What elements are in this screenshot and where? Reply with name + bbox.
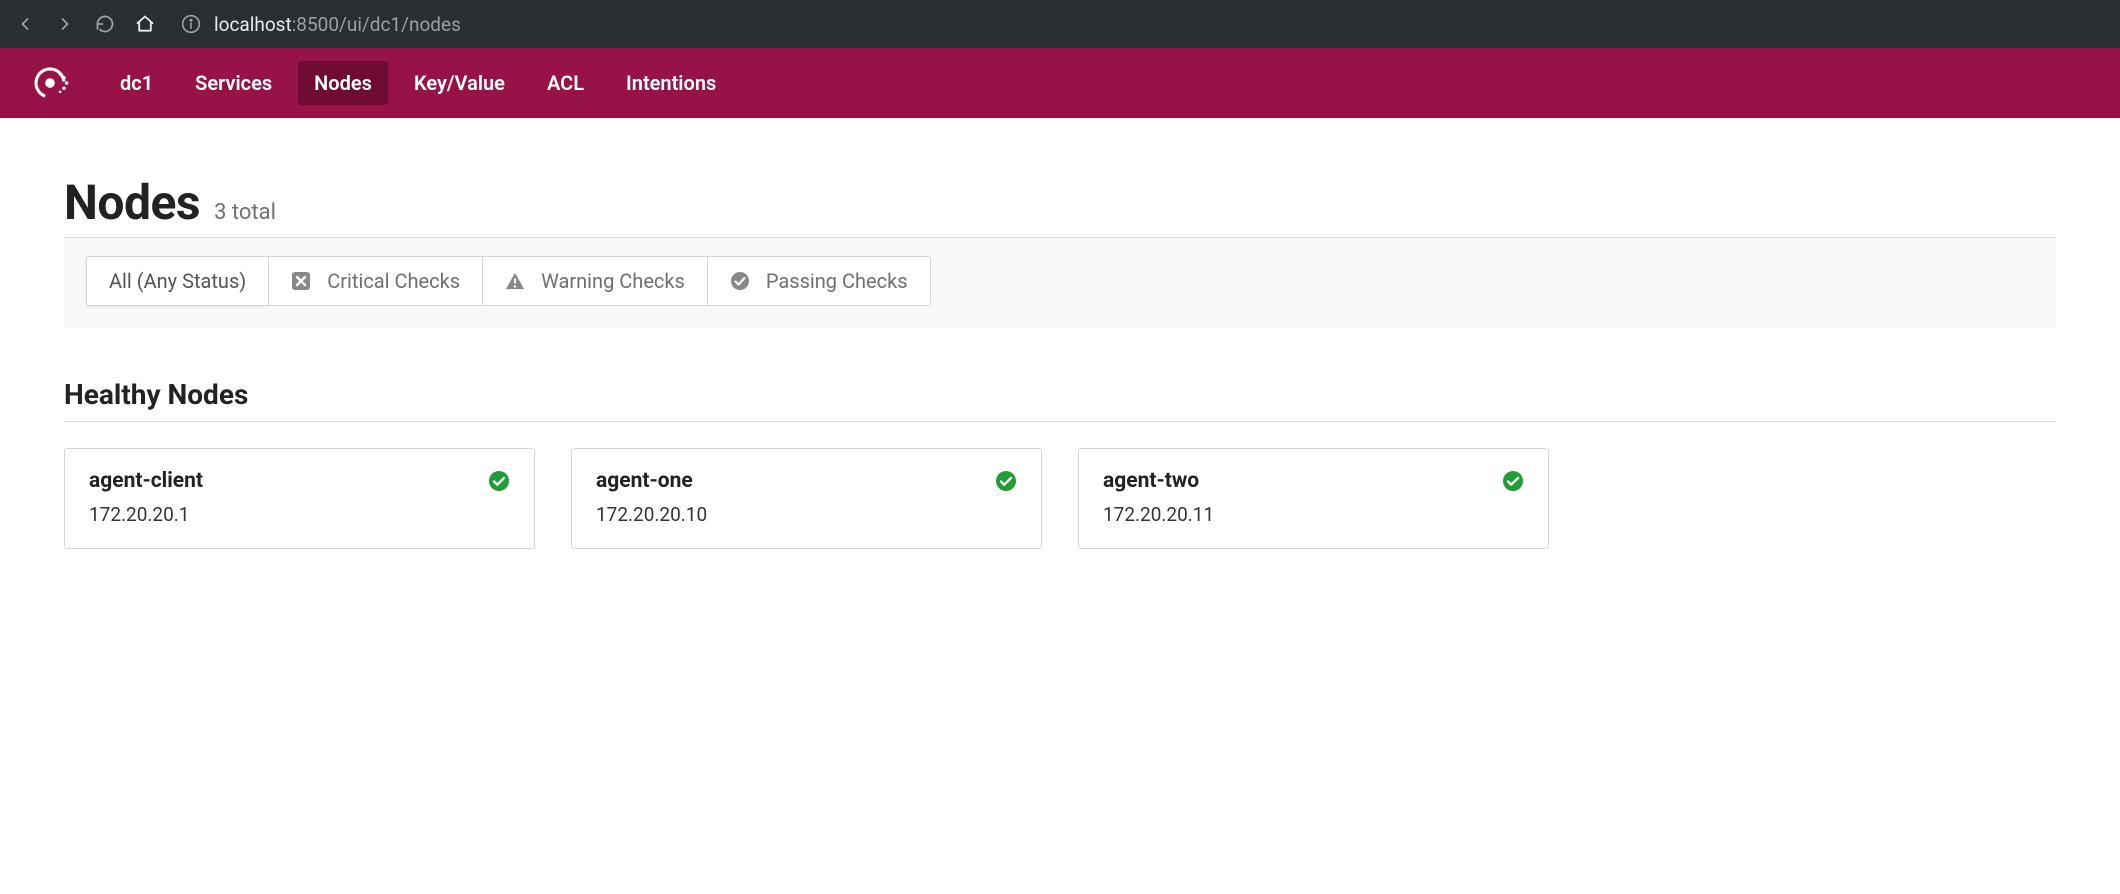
filter-critical[interactable]: Critical Checks (269, 256, 483, 306)
url-text: localhost:8500/ui/dc1/nodes (214, 13, 461, 36)
warning-icon (505, 271, 525, 291)
section-title: Healthy Nodes (64, 378, 2056, 422)
nav-acl[interactable]: ACL (531, 61, 600, 105)
filter-warning[interactable]: Warning Checks (483, 256, 708, 306)
node-card[interactable]: agent-client 172.20.20.1 (64, 448, 535, 549)
node-card[interactable]: agent-two 172.20.20.11 (1078, 448, 1549, 549)
page-title: Nodes (64, 174, 200, 231)
nav-services[interactable]: Services (179, 61, 288, 105)
filter-group: All (Any Status) Critical Checks Warning… (86, 256, 931, 306)
nav-keyvalue[interactable]: Key/Value (398, 61, 521, 105)
page-title-row: Nodes 3 total (64, 174, 2056, 231)
address-bar[interactable]: localhost:8500/ui/dc1/nodes (180, 13, 461, 36)
nav-items: dc1 Services Nodes Key/Value ACL Intenti… (104, 61, 732, 105)
filter-passing[interactable]: Passing Checks (708, 256, 931, 306)
url-host: localhost (214, 13, 292, 36)
status-passing-icon (1502, 470, 1524, 492)
node-name: agent-client (89, 469, 203, 493)
node-name: agent-one (596, 469, 693, 493)
filter-passing-label: Passing Checks (766, 269, 908, 293)
filter-all[interactable]: All (Any Status) (86, 256, 269, 306)
filter-critical-label: Critical Checks (327, 269, 460, 293)
back-icon[interactable] (14, 13, 36, 35)
nav-nodes[interactable]: Nodes (298, 61, 388, 105)
home-icon[interactable] (134, 13, 156, 35)
filter-all-label: All (Any Status) (109, 269, 246, 293)
reload-icon[interactable] (94, 13, 116, 35)
info-icon[interactable] (180, 13, 202, 35)
filter-warning-label: Warning Checks (541, 269, 685, 293)
app-header: dc1 Services Nodes Key/Value ACL Intenti… (0, 48, 2120, 118)
node-ip: 172.20.20.1 (89, 503, 510, 526)
passing-icon (730, 271, 750, 291)
browser-chrome: localhost:8500/ui/dc1/nodes (0, 0, 2120, 48)
node-ip: 172.20.20.10 (596, 503, 1017, 526)
critical-icon (291, 271, 311, 291)
consul-logo-icon[interactable] (26, 59, 74, 107)
forward-icon[interactable] (54, 13, 76, 35)
main-content: Nodes 3 total All (Any Status) Critical … (0, 118, 2120, 589)
node-ip: 172.20.20.11 (1103, 503, 1524, 526)
url-path: :8500/ui/dc1/nodes (292, 13, 461, 36)
nodes-grid: agent-client 172.20.20.1 agent-one 172.2… (64, 448, 2056, 549)
nav-intentions[interactable]: Intentions (610, 61, 732, 105)
filter-bar: All (Any Status) Critical Checks Warning… (64, 237, 2056, 328)
status-passing-icon (488, 470, 510, 492)
node-card[interactable]: agent-one 172.20.20.10 (571, 448, 1042, 549)
node-name: agent-two (1103, 469, 1199, 493)
status-passing-icon (995, 470, 1017, 492)
nav-datacenter[interactable]: dc1 (104, 61, 169, 105)
page-total-label: 3 total (214, 200, 276, 225)
